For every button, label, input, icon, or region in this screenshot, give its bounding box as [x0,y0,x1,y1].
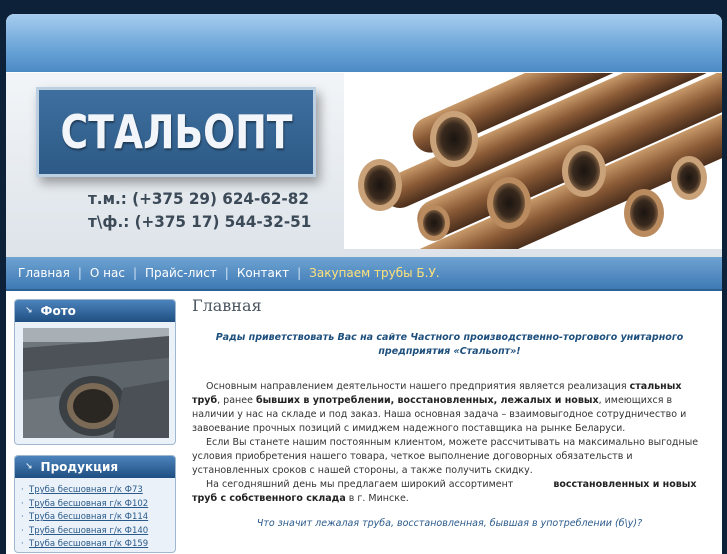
paragraph-activity: Основным направлением деятельности нашег… [192,380,707,436]
page-frame: СТАЛЬОПТ т.м.: (+375 29) 624-62-82 т\ф.:… [6,14,722,554]
paragraph-clients: Если Вы станете нашим постоянным клиенто… [192,437,699,476]
products-title-label: Продукция [40,460,119,474]
logo[interactable]: СТАЛЬОПТ [36,87,316,177]
nav-contact[interactable]: Контакт [237,266,289,280]
sidebar: ↘ Фото ↘ Продукция · Труба бесшовная г/к… [14,299,176,554]
content-area: ↘ Фото ↘ Продукция · Труба бесшовная г/к… [6,291,722,554]
top-bar [6,14,722,72]
header-banner: СТАЛЬОПТ т.м.: (+375 29) 624-62-82 т\ф.:… [6,72,722,257]
phone-mobile: т.м.: (+375 29) 624-62-82 [88,189,309,208]
text-span: Основным направлением деятельности нашег… [206,381,630,392]
text-span: , ранее [217,395,256,406]
nav-home[interactable]: Главная [18,266,70,280]
text-span: На сегодняшний день мы предлагаем широки… [206,479,514,490]
main-nav: Главная | О нас | Прайс-лист | Контакт |… [6,257,722,291]
pipe-photo[interactable] [23,328,169,438]
nav-separator: | [132,266,137,280]
page-title: Главная [192,296,262,315]
product-link[interactable]: Труба бесшовная г/к Ф140 [21,525,175,539]
nav-separator: | [77,266,82,280]
nav-buy-pipes[interactable]: Закупаем трубы Б.У. [309,266,439,280]
photo-box: ↘ Фото [14,299,176,445]
products-list: Труба бесшовная г/к Ф73 Труба бесшовная … [15,478,175,552]
photo-box-title: ↘ Фото [15,300,175,322]
arrow-icon: ↘ [25,306,33,316]
welcome-text: Рады приветствовать Вас на сайте Частног… [215,332,684,357]
nav-price-list[interactable]: Прайс-лист [145,266,217,280]
phone-fax: т\ф.: (+375 17) 544-32-51 [88,212,312,231]
product-link[interactable]: Труба бесшовная г/к Ф114 [21,511,175,525]
text-span: в г. Минске. [345,493,409,504]
arrow-icon: ↘ [25,462,33,472]
photo-title-label: Фото [40,304,76,318]
product-link[interactable]: Труба бесшовная г/к Ф159 [21,538,175,552]
pipe-types-link[interactable]: Что значит лежалая труба, восстановленна… [192,517,707,531]
nav-separator: | [224,266,229,280]
product-link[interactable]: Труба бесшовная г/к Ф102 [21,498,175,512]
products-box: ↘ Продукция Труба бесшовная г/к Ф73 Труб… [14,455,176,553]
bold-text: бывших в употреблении, восстановленных, … [255,395,599,406]
pipes-image [344,73,722,249]
nav-separator: | [297,266,302,280]
products-box-title: ↘ Продукция [15,456,175,478]
product-link[interactable]: Труба бесшовная г/к Ф73 [21,484,175,498]
logo-text: СТАЛЬОПТ [59,105,293,159]
main-content: Главная Рады приветствовать Вас на сайте… [192,296,707,531]
phone-block: т.м.: (+375 29) 624-62-82 т\ф.: (+375 17… [88,187,311,233]
paragraph-assortment: На сегодняшний день мы предлагаем широки… [192,478,707,506]
nav-about[interactable]: О нас [90,266,125,280]
